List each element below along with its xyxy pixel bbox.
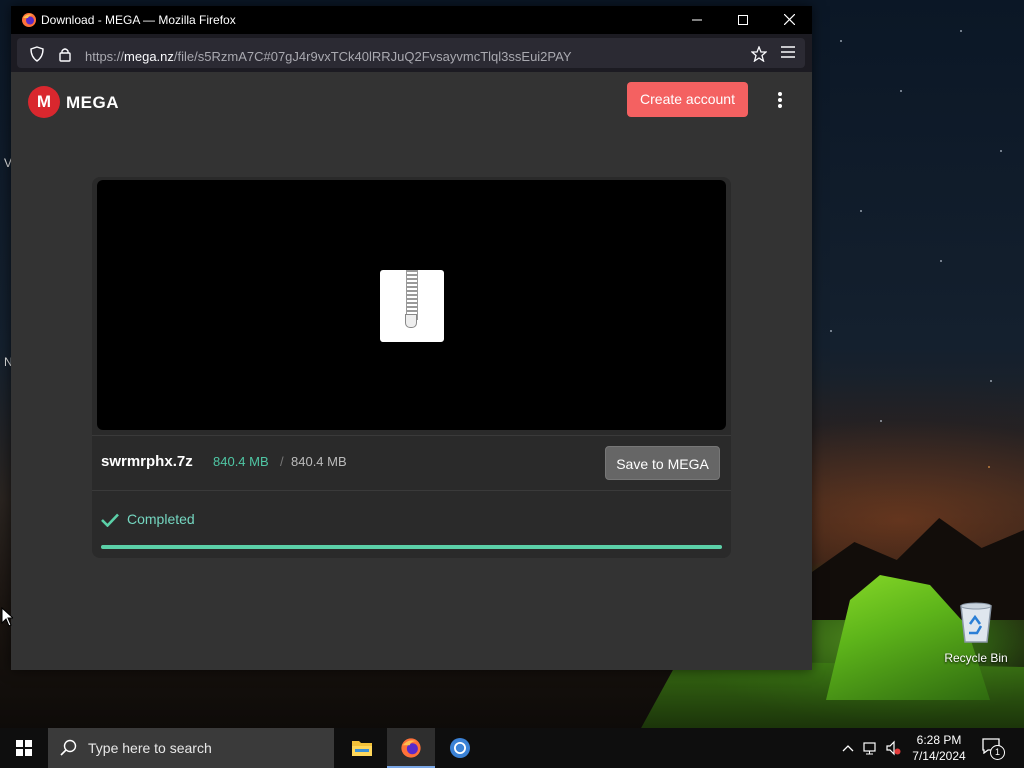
star [988, 466, 990, 468]
progress-bar [101, 545, 722, 549]
firefox-window: Download - MEGA — Mozilla Firefox https:… [11, 6, 812, 670]
volume-muted-icon[interactable] [885, 740, 901, 756]
file-info-row: swrmrphx.7z 840.4 MB / 840.4 MB Save to … [92, 435, 731, 491]
taskbar: Type here to search 6:28 PM 7/14/2024 1 [0, 728, 1024, 768]
network-icon[interactable] [863, 740, 879, 756]
more-options-icon[interactable] [773, 92, 787, 112]
chromium-icon [450, 738, 470, 758]
star [880, 420, 882, 422]
star [990, 380, 992, 382]
create-account-button[interactable]: Create account [627, 82, 748, 117]
star [1000, 150, 1002, 152]
total-size: 840.4 MB [291, 454, 347, 469]
menu-icon[interactable] [781, 46, 795, 58]
mouse-cursor-icon [1, 607, 13, 627]
save-to-mega-button[interactable]: Save to MEGA [605, 446, 720, 480]
download-status: Completed [92, 490, 731, 558]
recycle-bin-label: Recycle Bin [944, 651, 1008, 665]
star [840, 40, 842, 42]
bookmark-star-icon[interactable] [751, 46, 767, 62]
navigation-bar: https://mega.nz/file/s5RzmA7C#07gJ4r9vxT… [11, 34, 812, 72]
start-button[interactable] [0, 728, 48, 768]
taskbar-search[interactable]: Type here to search [48, 728, 334, 768]
recycle-bin[interactable]: Recycle Bin [940, 600, 1012, 665]
minimize-button[interactable] [674, 6, 720, 34]
clock[interactable]: 6:28 PM 7/14/2024 [900, 732, 978, 764]
taskbar-file-explorer[interactable] [338, 728, 386, 768]
clock-date: 7/14/2024 [912, 749, 966, 763]
star [960, 30, 962, 32]
title-bar[interactable]: Download - MEGA — Mozilla Firefox [11, 6, 812, 34]
close-button[interactable] [766, 6, 812, 34]
search-icon [60, 739, 77, 756]
mega-page: M MEGA Create account swrmrphx.7z 840.4 … [11, 72, 812, 670]
file-preview [97, 180, 726, 430]
star [900, 90, 902, 92]
window-title: Download - MEGA — Mozilla Firefox [41, 13, 236, 27]
file-name: swrmrphx.7z [101, 453, 193, 470]
shield-icon[interactable] [29, 46, 45, 62]
star [830, 330, 832, 332]
url-text[interactable]: https://mega.nz/file/s5RzmA7C#07gJ4r9vxT… [85, 49, 572, 64]
status-text: Completed [127, 511, 195, 527]
progress-fill [101, 545, 722, 549]
clock-time: 6:28 PM [916, 733, 962, 747]
check-icon [101, 513, 119, 527]
firefox-icon [401, 738, 421, 758]
minimize-icon [692, 19, 702, 21]
notification-badge: 1 [990, 745, 1005, 760]
windows-icon [16, 740, 32, 756]
star [860, 210, 862, 212]
folder-icon [352, 741, 372, 756]
address-bar[interactable]: https://mega.nz/file/s5RzmA7C#07gJ4r9vxT… [17, 38, 805, 68]
zip-archive-icon [380, 270, 444, 342]
recycle-bin-icon [960, 602, 992, 643]
taskbar-chrome[interactable] [436, 728, 484, 768]
size-separator: / [280, 454, 284, 469]
star [940, 260, 942, 262]
mega-logo-icon: M [28, 86, 60, 118]
download-card: swrmrphx.7z 840.4 MB / 840.4 MB Save to … [92, 177, 731, 558]
maximize-icon [738, 15, 748, 25]
taskbar-firefox[interactable] [387, 728, 435, 768]
downloaded-size: 840.4 MB [213, 454, 269, 469]
search-placeholder: Type here to search [88, 740, 212, 756]
lock-icon[interactable] [57, 46, 73, 62]
notification-center[interactable]: 1 [982, 736, 1005, 760]
mega-logo-text: MEGA [66, 93, 119, 112]
maximize-button[interactable] [720, 6, 766, 34]
close-icon [783, 13, 795, 26]
firefox-icon [22, 13, 36, 27]
chevron-up-icon[interactable] [840, 740, 856, 756]
